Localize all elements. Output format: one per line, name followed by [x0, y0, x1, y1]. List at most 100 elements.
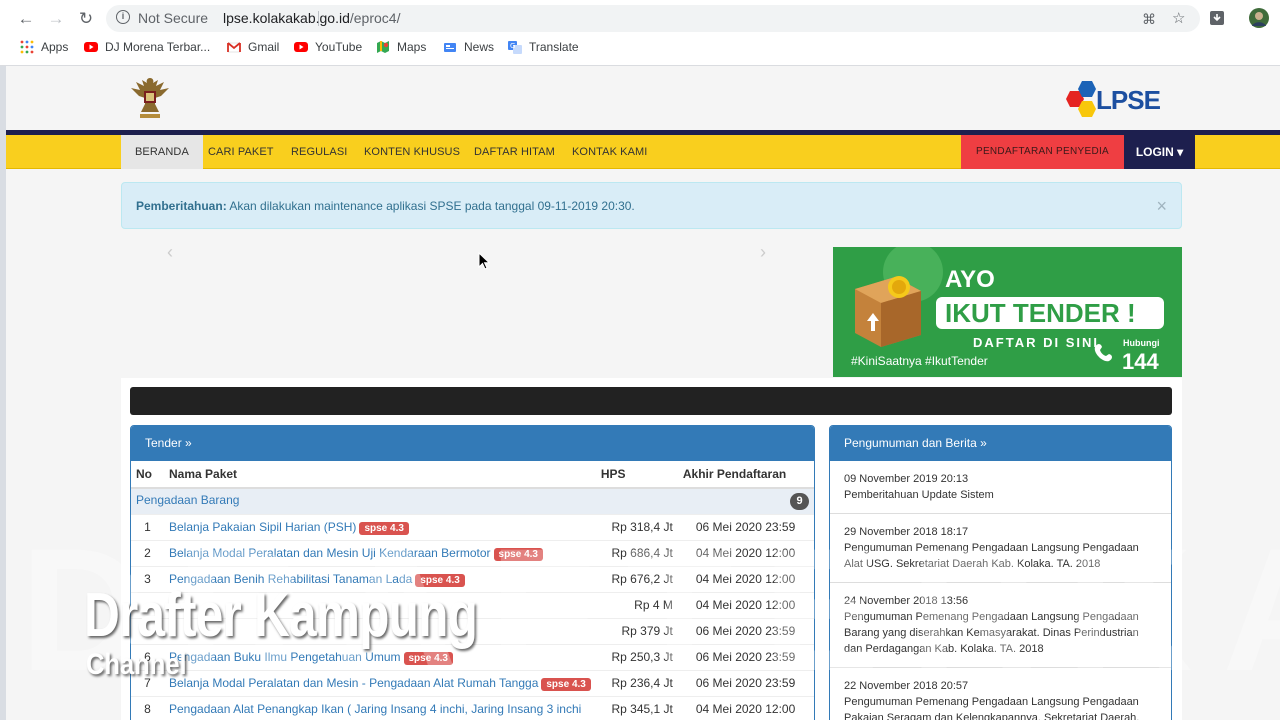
hps-value: Rp 318,4 Jt — [611, 520, 673, 534]
paket-link[interactable]: Pengadaan Alat Penangkap Ikan ( Jaring I… — [169, 702, 581, 716]
bookmark-maps[interactable]: Maps — [376, 40, 426, 54]
translate-page-icon[interactable]: ⌘ — [1142, 11, 1156, 28]
paket-link[interactable]: Pengadaan Buku Ilmu Pengetahuan Umum — [169, 650, 401, 664]
news-text: Pengumuman Pemenang Pengadaan Langsung P… — [844, 542, 1139, 570]
row-number: 1 — [144, 520, 151, 534]
news-item[interactable]: 09 November 2019 20:13 Pemberitahuan Upda… — [830, 461, 1171, 514]
group-row[interactable]: Pengadaan Barang 9 — [131, 487, 814, 514]
news-item[interactable]: 29 November 2018 18:17 Pengumuman Pemenan… — [830, 514, 1171, 583]
hps-value: Rp 250,3 Jt — [611, 650, 673, 664]
youtube-icon — [294, 42, 308, 52]
carousel-prev-icon[interactable]: ‹ — [167, 242, 173, 263]
cell-no: 1 — [131, 513, 164, 540]
deadline-value: 04 Mei 2020 12:00 — [695, 598, 796, 612]
cell-hps: Rp 676,2 Jt — [595, 565, 678, 592]
hps-value: Rp 676,2 Jt — [611, 572, 673, 586]
forward-arrow-icon[interactable]: → — [45, 8, 67, 30]
cell-hps: Rp 345,1 Jt — [595, 695, 678, 720]
bookmark-translate[interactable]: G Translate — [508, 40, 579, 54]
security-status[interactable]: Not Secure — [138, 10, 208, 26]
news-text: Pemberitahuan Update Sistem — [844, 489, 994, 501]
deadline-value: 04 Mei 2020 12:00 — [695, 572, 796, 586]
cell-hps: Rp 4 M — [595, 591, 678, 618]
nav-regulasi[interactable]: REGULASI — [291, 135, 347, 169]
spse-badge: spse 4.3 — [403, 651, 453, 665]
bookmark-label: Apps — [41, 40, 69, 54]
bookmark-gmail[interactable]: Gmail — [227, 40, 279, 54]
paket-link[interactable]: Belanja Pakaian Sipil Harian (PSH) — [169, 520, 356, 534]
cell-nama-paket: Belanja Modal Peralatan dan Mesin Uji Ke… — [164, 539, 596, 566]
news-item[interactable]: 24 November 2018 13:56 Pengumuman Pemenan… — [830, 583, 1171, 668]
cell-hps: Rp 250,3 Jt — [595, 643, 678, 670]
paket-link[interactable]: Belanja Modal Peralatan dan Mesin - Peng… — [169, 676, 538, 690]
translate-icon: G — [508, 41, 522, 54]
info-icon[interactable]: i — [116, 10, 130, 24]
hps-value: Rp 379 Jt — [621, 624, 673, 638]
row-number: 8 — [144, 702, 151, 717]
nav-cari-paket[interactable]: CARI PAKET — [208, 135, 274, 169]
deadline-value: 06 Mei 2020 23:59 — [695, 520, 796, 534]
channel-title: Drafter Kampung — [84, 581, 478, 650]
news-item[interactable]: 22 November 2018 20:57 Pengumuman Pemenan… — [830, 668, 1171, 720]
bookmark-dj-morena[interactable]: DJ Morena Terbar... — [84, 40, 210, 54]
banner-tags: #KiniSaatnya #IkutTender — [851, 354, 988, 368]
nav-daftar-hitam[interactable]: DAFTAR HITAM — [474, 135, 555, 169]
ikut-tender-banner[interactable]: AYO IKUT TENDER ! DAFTAR DI SINI #KiniSa… — [833, 247, 1182, 377]
news-text: Pengumuman Pemenang Pengadaan Langsung P… — [844, 611, 1139, 655]
hps-value: Rp 4 M — [634, 598, 673, 612]
deadline-value: 04 Mei 2020 12:00 — [695, 702, 796, 717]
reload-icon[interactable]: ↻ — [75, 8, 97, 30]
login-label: LOGIN — [1135, 145, 1174, 159]
caret-down-icon: ▾ — [1177, 145, 1184, 159]
carousel-next-icon[interactable]: › — [760, 242, 766, 263]
bookmark-label: Translate — [529, 40, 579, 54]
bookmark-label: DJ Morena Terbar... — [105, 40, 211, 54]
cell-no: 2 — [131, 539, 164, 566]
bookmark-label: News — [464, 40, 495, 54]
bookmark-news[interactable]: News — [443, 40, 494, 54]
col-hps: HPS — [595, 461, 678, 489]
news-date: 09 November 2019 20:13 — [844, 473, 969, 485]
group-label: Pengadaan Barang — [136, 492, 240, 507]
paket-link[interactable]: Belanja Modal Peralatan dan Mesin Uji Ke… — [169, 546, 491, 560]
berita-panel-title[interactable]: Pengumuman dan Berita » — [830, 426, 1171, 461]
login-dropdown-button[interactable]: LOGIN ▾ — [1124, 135, 1195, 169]
cell-hps: Rp 318,4 Jt — [595, 513, 678, 540]
profile-avatar-icon[interactable] — [1249, 8, 1269, 28]
tender-panel-title[interactable]: Tender » — [131, 426, 814, 461]
back-arrow-icon[interactable]: ← — [15, 8, 37, 30]
svg-text:G: G — [510, 42, 515, 50]
group-count-badge: 9 — [790, 492, 809, 510]
url-host: lpse.kolakakab.go.id — [223, 10, 350, 26]
youtube-icon — [84, 42, 98, 52]
cell-nama-paket: Pengadaan Alat Penangkap Ikan ( Jaring I… — [164, 695, 596, 720]
bookmark-youtube[interactable]: YouTube — [294, 40, 362, 54]
bookmark-star-icon[interactable]: ☆ — [1172, 9, 1185, 27]
cell-deadline: 06 Mei 2020 23:59 — [677, 617, 814, 644]
nav-kontak-kami[interactable]: KONTAK KAMI — [572, 135, 647, 169]
url-text[interactable]: lpse.kolakakab.go.id/eproc4/ — [223, 10, 400, 26]
garuda-emblem-icon — [131, 78, 169, 118]
cell-nama-paket: Belanja Modal Peralatan dan Mesin - Peng… — [164, 669, 596, 696]
nav-beranda[interactable]: BERANDA — [121, 135, 203, 169]
bookmark-apps[interactable]: Apps — [20, 40, 68, 54]
cell-hps: Rp 379 Jt — [595, 617, 678, 644]
deadline-value: 06 Mei 2020 23:59 — [695, 676, 796, 690]
banner-hubungi: Hubungi — [1123, 338, 1160, 348]
register-provider-button[interactable]: PENDAFTARAN PENYEDIA — [961, 135, 1124, 169]
news-date: 22 November 2018 20:57 — [844, 680, 969, 692]
nav-konten-khusus[interactable]: KONTEN KHUSUS — [364, 135, 460, 169]
cell-no: 8 — [131, 695, 164, 720]
browser-toolbar: ← → ↻ i Not Secure lpse.kolakakab.go.id/… — [0, 0, 1280, 66]
url-path: /eproc4/ — [349, 10, 401, 26]
news-date: 29 November 2018 18:17 — [844, 526, 969, 538]
banner-line3: DAFTAR DI SINI — [973, 335, 1099, 350]
banner-number: 144 — [1122, 349, 1159, 374]
table-row: 7 Belanja Modal Peralatan dan Mesin - Pen… — [131, 669, 814, 696]
close-icon[interactable]: × — [1156, 196, 1167, 217]
cell-nama-paket: Belanja Pakaian Sipil Harian (PSH) spse 4… — [164, 513, 596, 540]
col-nama-paket: Nama Paket — [164, 461, 596, 489]
table-row: 1 Belanja Pakaian Sipil Harian (PSH) spse … — [131, 513, 814, 540]
address-bar[interactable]: i Not Secure lpse.kolakakab.go.id/eproc4… — [106, 5, 1200, 32]
download-icon[interactable] — [1208, 9, 1226, 27]
